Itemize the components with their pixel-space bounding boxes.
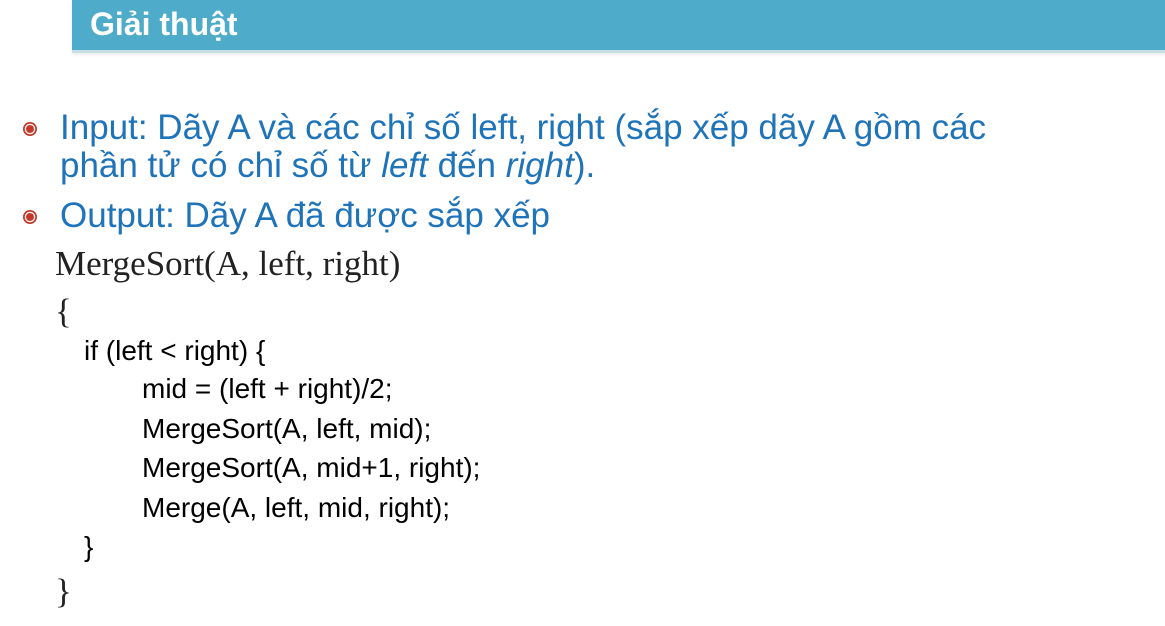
code-close-brace: } xyxy=(55,572,72,611)
code-mergesort-right-line: MergeSort(A, mid+1, right); xyxy=(142,452,481,483)
code-open-brace: { xyxy=(55,292,72,331)
code-merge-line: Merge(A, left, mid, right); xyxy=(142,492,451,523)
output-bullet: Output: Dãy A đã được sắp xếp xyxy=(60,196,550,235)
input-bullet-text-c: ). xyxy=(573,146,596,185)
code-signature: MergeSort(A, left, right) xyxy=(55,244,401,283)
code-inner-close-brace: } xyxy=(84,531,94,562)
bullet-icon xyxy=(23,210,37,224)
title-bar: Giải thuật xyxy=(72,0,1165,53)
code-mergesort-left-line: MergeSort(A, left, mid); xyxy=(142,413,432,444)
input-bullet-line1: Input: Dãy A và các chỉ số left, right (… xyxy=(60,108,987,147)
code-if-line: if (left < right) { xyxy=(84,335,266,366)
slide-title: Giải thuật xyxy=(90,6,238,42)
input-bullet-right-italic: right xyxy=(505,146,574,185)
input-bullet-line2: phần tử có chỉ số từ left đến right). xyxy=(60,146,595,186)
input-bullet-text-a: phần tử có chỉ số từ xyxy=(60,146,382,185)
bullet-icon xyxy=(23,122,37,136)
input-bullet-text-b: đến xyxy=(427,146,506,185)
input-bullet-left-italic: left xyxy=(381,146,428,185)
code-mid-line: mid = (left + right)/2; xyxy=(142,373,393,404)
